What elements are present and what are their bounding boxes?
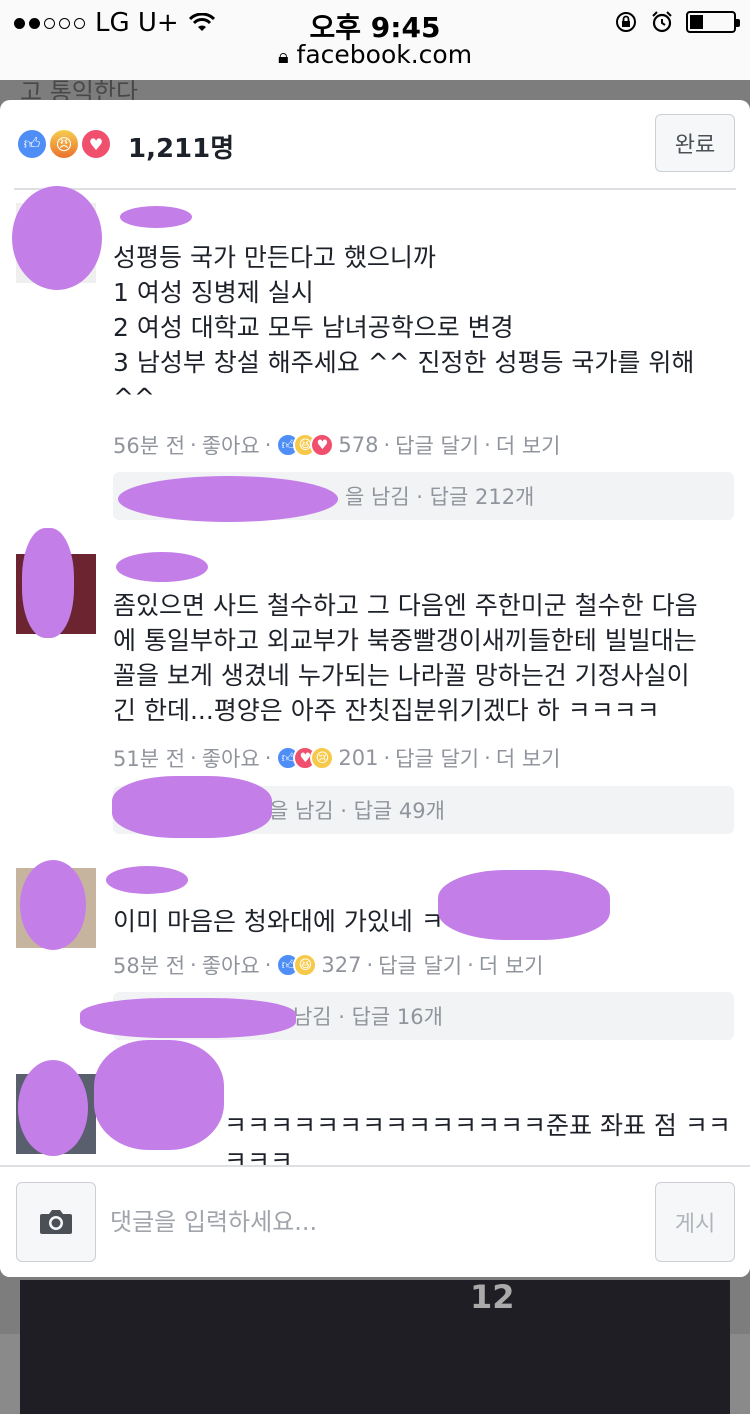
like-link[interactable]: 좋아요 [202, 430, 260, 460]
redaction-blob [120, 206, 192, 228]
comment-reaction-count[interactable]: 327 [321, 953, 361, 977]
comment-reactions[interactable]: 👍︎ 😆︎ [276, 953, 318, 977]
comment-reactions[interactable]: 👍︎ 😆︎ ♥ [276, 433, 335, 457]
status-bar: LG U+ 오후 9:45 🔒︎ facebook.com [0, 0, 750, 80]
love-icon: ♥ [310, 433, 335, 457]
done-button[interactable]: 완료 [655, 114, 735, 172]
redaction-blob [112, 776, 272, 838]
camera-button[interactable] [16, 1182, 96, 1262]
reply-link[interactable]: 답글 달기 [395, 743, 479, 773]
redaction-blob [116, 552, 208, 582]
alarm-icon [652, 11, 672, 33]
reactions-header: 👍︎ 😠︎ ♥ 1,211명 완료 [0, 100, 750, 188]
comment-text: 좀있으면 사드 철수하고 그 다음엔 주한미군 철수한 다음 에 통일부하고 외… [113, 591, 698, 725]
comment-input[interactable] [110, 1187, 640, 1257]
like-icon[interactable]: 👍︎ [16, 128, 48, 160]
redaction-blob [106, 866, 188, 894]
redaction-blob [12, 186, 102, 290]
replies-summary-text: 을 남김 · 답글 212개 [345, 485, 535, 509]
redaction-blob [94, 1040, 224, 1150]
camera-icon [40, 1210, 72, 1234]
like-link[interactable]: 좋아요 [202, 743, 260, 773]
reaction-count[interactable]: 1,211명 [128, 128, 234, 165]
sad-icon: 😢︎ [310, 746, 335, 770]
status-icons [614, 10, 740, 34]
comment-composer: 게시 [0, 1165, 750, 1277]
rotation-lock-icon [616, 12, 636, 32]
comment-reaction-count[interactable]: 201 [338, 746, 378, 770]
lock-icon: 🔒︎ [277, 44, 289, 68]
background-photo: 12 [20, 1278, 730, 1414]
comment-meta: 51분 전 · 좋아요 · 👍︎ ♥ 😢︎ 201 · 답글 달기 · 더 보기 [113, 743, 560, 773]
url-text: facebook.com [296, 40, 473, 69]
like-link[interactable]: 좋아요 [202, 950, 260, 980]
comment-reactions[interactable]: 👍︎ ♥ 😢︎ [276, 746, 335, 770]
redaction-blob [80, 998, 296, 1038]
comment-time[interactable]: 51분 전 [113, 743, 185, 773]
redaction-blob [438, 870, 610, 940]
comment-time[interactable]: 58분 전 [113, 950, 185, 980]
love-icon[interactable]: ♥ [80, 128, 112, 160]
url-bar[interactable]: 🔒︎ facebook.com [0, 40, 750, 69]
reply-link[interactable]: 답글 달기 [395, 430, 479, 460]
redaction-blob [118, 476, 338, 522]
comment-meta: 56분 전 · 좋아요 · 👍︎ 😆︎ ♥ 578 · 답글 달기 · 더 보기 [113, 430, 560, 460]
comment-reaction-count[interactable]: 578 [338, 433, 378, 457]
more-link[interactable]: 더 보기 [496, 430, 561, 460]
redaction-blob [20, 860, 86, 950]
jersey-number: 12 [470, 1278, 515, 1316]
comments-sheet: 👍︎ 😠︎ ♥ 1,211명 완료 성평등 국가 만든다고 했으니까 1 여성 … [0, 100, 750, 1277]
haha-icon: 😆︎ [293, 953, 318, 977]
post-button[interactable]: 게시 [655, 1182, 735, 1262]
comment-text: 이미 마음은 청와대에 가있네 ㅋ [113, 907, 444, 936]
comment-time[interactable]: 56분 전 [113, 430, 185, 460]
comment-meta: 58분 전 · 좋아요 · 👍︎ 😆︎ 327 · 답글 달기 · 더 보기 [113, 950, 543, 980]
more-link[interactable]: 더 보기 [496, 743, 561, 773]
battery-icon [686, 11, 740, 33]
redaction-blob [18, 1060, 88, 1156]
angry-icon[interactable]: 😠︎ [48, 128, 80, 160]
header-divider [14, 188, 736, 190]
reply-link[interactable]: 답글 달기 [378, 950, 462, 980]
more-link[interactable]: 더 보기 [479, 950, 544, 980]
redaction-blob [22, 528, 74, 638]
comment-text: 성평등 국가 만든다고 했으니까 1 여성 징병제 실시 2 여성 대학교 모두… [113, 243, 695, 412]
